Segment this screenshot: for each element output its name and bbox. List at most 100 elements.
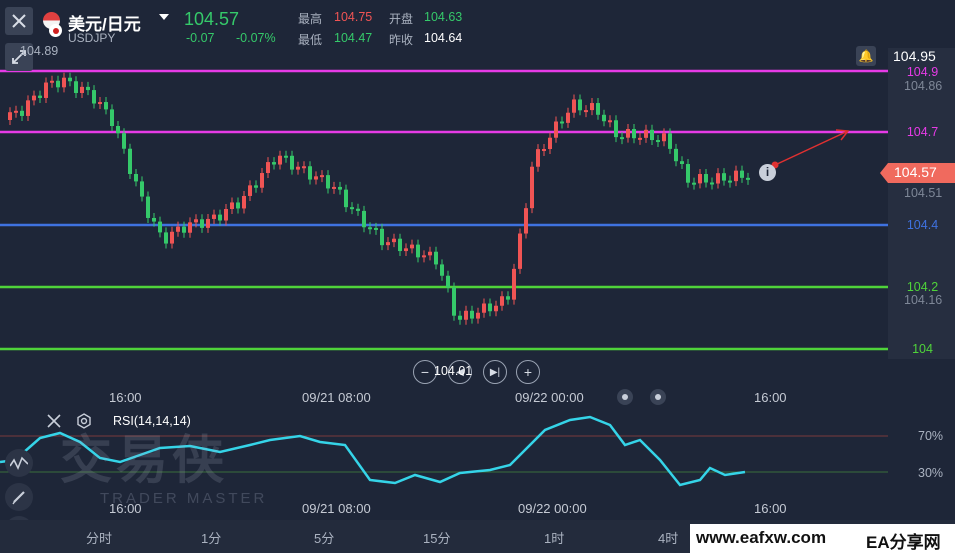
candle-body [476, 312, 480, 319]
level-label-104: 104 [912, 342, 933, 356]
chevron-down-icon[interactable] [159, 14, 169, 20]
rsi-time-label: 16:00 [109, 501, 142, 516]
candle-body [380, 228, 384, 246]
close-icon [12, 14, 26, 28]
candle-body [602, 114, 606, 122]
candle-body [200, 219, 204, 228]
candle-body [398, 238, 402, 252]
candle-body [338, 186, 342, 190]
candle-body [158, 221, 162, 233]
candle-body [392, 238, 396, 243]
candle-body [704, 174, 708, 183]
candle-body [536, 149, 540, 167]
info-icon[interactable]: i [759, 164, 776, 181]
candle-body [254, 185, 258, 188]
candle-body [92, 90, 96, 104]
indicator-button[interactable] [5, 449, 33, 477]
session-marker [650, 389, 666, 405]
candle-body [176, 226, 180, 232]
candle-body [512, 268, 516, 300]
candle-body [20, 110, 24, 116]
candle-body [38, 95, 42, 98]
candle-body [740, 170, 744, 178]
current-price-value: 104.57 [894, 164, 937, 180]
candle-body [548, 137, 552, 150]
open-value: 104.63 [424, 10, 463, 24]
candle-body [482, 303, 486, 313]
pencil-icon [12, 491, 25, 505]
timeframe-tab[interactable]: 分时 [86, 528, 112, 547]
candle-body [350, 207, 354, 210]
candle-body [692, 182, 696, 185]
rsi-time-label: 09/22 00:00 [518, 501, 587, 516]
candle-body [32, 95, 36, 101]
candle-body [56, 80, 60, 88]
candle-body [560, 121, 564, 124]
candle-body [458, 315, 462, 320]
level-label-104.2: 104.2 [906, 280, 939, 294]
candle-body [140, 181, 144, 197]
candle-body [638, 137, 642, 140]
candle-body [182, 226, 186, 233]
candle-body [152, 217, 156, 222]
time-label: 09/21 08:00 [302, 390, 371, 405]
candle-body [614, 120, 618, 138]
candle-body [284, 155, 288, 158]
rsi-time-label: 16:00 [754, 501, 787, 516]
candle-body [374, 227, 378, 230]
candle-body [452, 287, 456, 316]
candle-body [710, 182, 714, 185]
time-label: 09/22 00:00 [515, 390, 584, 405]
price-axis-top: 104.95 [893, 48, 936, 64]
candle-body [308, 166, 312, 180]
rsi-time-label: 09/21 08:00 [302, 501, 371, 516]
candle-body [680, 161, 684, 165]
close-button[interactable] [5, 7, 33, 35]
candle-body [620, 137, 624, 140]
candle-body [146, 196, 150, 218]
candle-body [524, 208, 528, 234]
scroll-latest-button[interactable]: ▶| [483, 360, 507, 384]
candle-body [362, 210, 366, 228]
time-label: 16:00 [109, 390, 142, 405]
close-indicator-icon[interactable] [47, 414, 61, 428]
candle-body [506, 296, 510, 300]
candle-body [236, 202, 240, 209]
zoom-in-button[interactable]: + [516, 360, 540, 384]
candle-body [626, 129, 630, 138]
candle-body [662, 133, 666, 142]
session-marker [617, 389, 633, 405]
high-value: 104.75 [334, 10, 373, 24]
candle-body [494, 305, 498, 312]
candle-body [500, 296, 504, 306]
candle-body [248, 185, 252, 196]
candle-body [272, 162, 276, 165]
prev-close-value: 104.64 [424, 31, 463, 45]
candle-body [290, 155, 294, 170]
alert-button[interactable]: 🔔 [856, 46, 876, 66]
timeframe-tab[interactable]: 4时 [658, 528, 678, 547]
candle-body [578, 99, 582, 111]
candle-body [596, 103, 600, 115]
level-label-104.4: 104.4 [906, 218, 939, 232]
candle-body [668, 133, 672, 149]
candle-body [542, 149, 546, 152]
candle-body [356, 208, 360, 211]
candle-body [296, 166, 300, 170]
timeframe-tab[interactable]: 1分 [201, 528, 221, 547]
draw-button[interactable] [5, 483, 33, 511]
timeframe-tab[interactable]: 1时 [544, 528, 564, 547]
candle-body [80, 86, 84, 93]
candle-body [590, 103, 594, 111]
high-label: 最高 [298, 12, 323, 26]
candle-body [584, 110, 588, 113]
candle-body [212, 214, 216, 219]
candle-body [650, 129, 654, 141]
timeframe-tab[interactable]: 5分 [314, 528, 334, 547]
candle-body [128, 148, 132, 174]
candle-body [464, 310, 468, 320]
candle-body [440, 264, 444, 276]
timeframe-tab[interactable]: 15分 [423, 528, 450, 547]
candle-body [104, 102, 108, 110]
candle-body [326, 175, 330, 189]
